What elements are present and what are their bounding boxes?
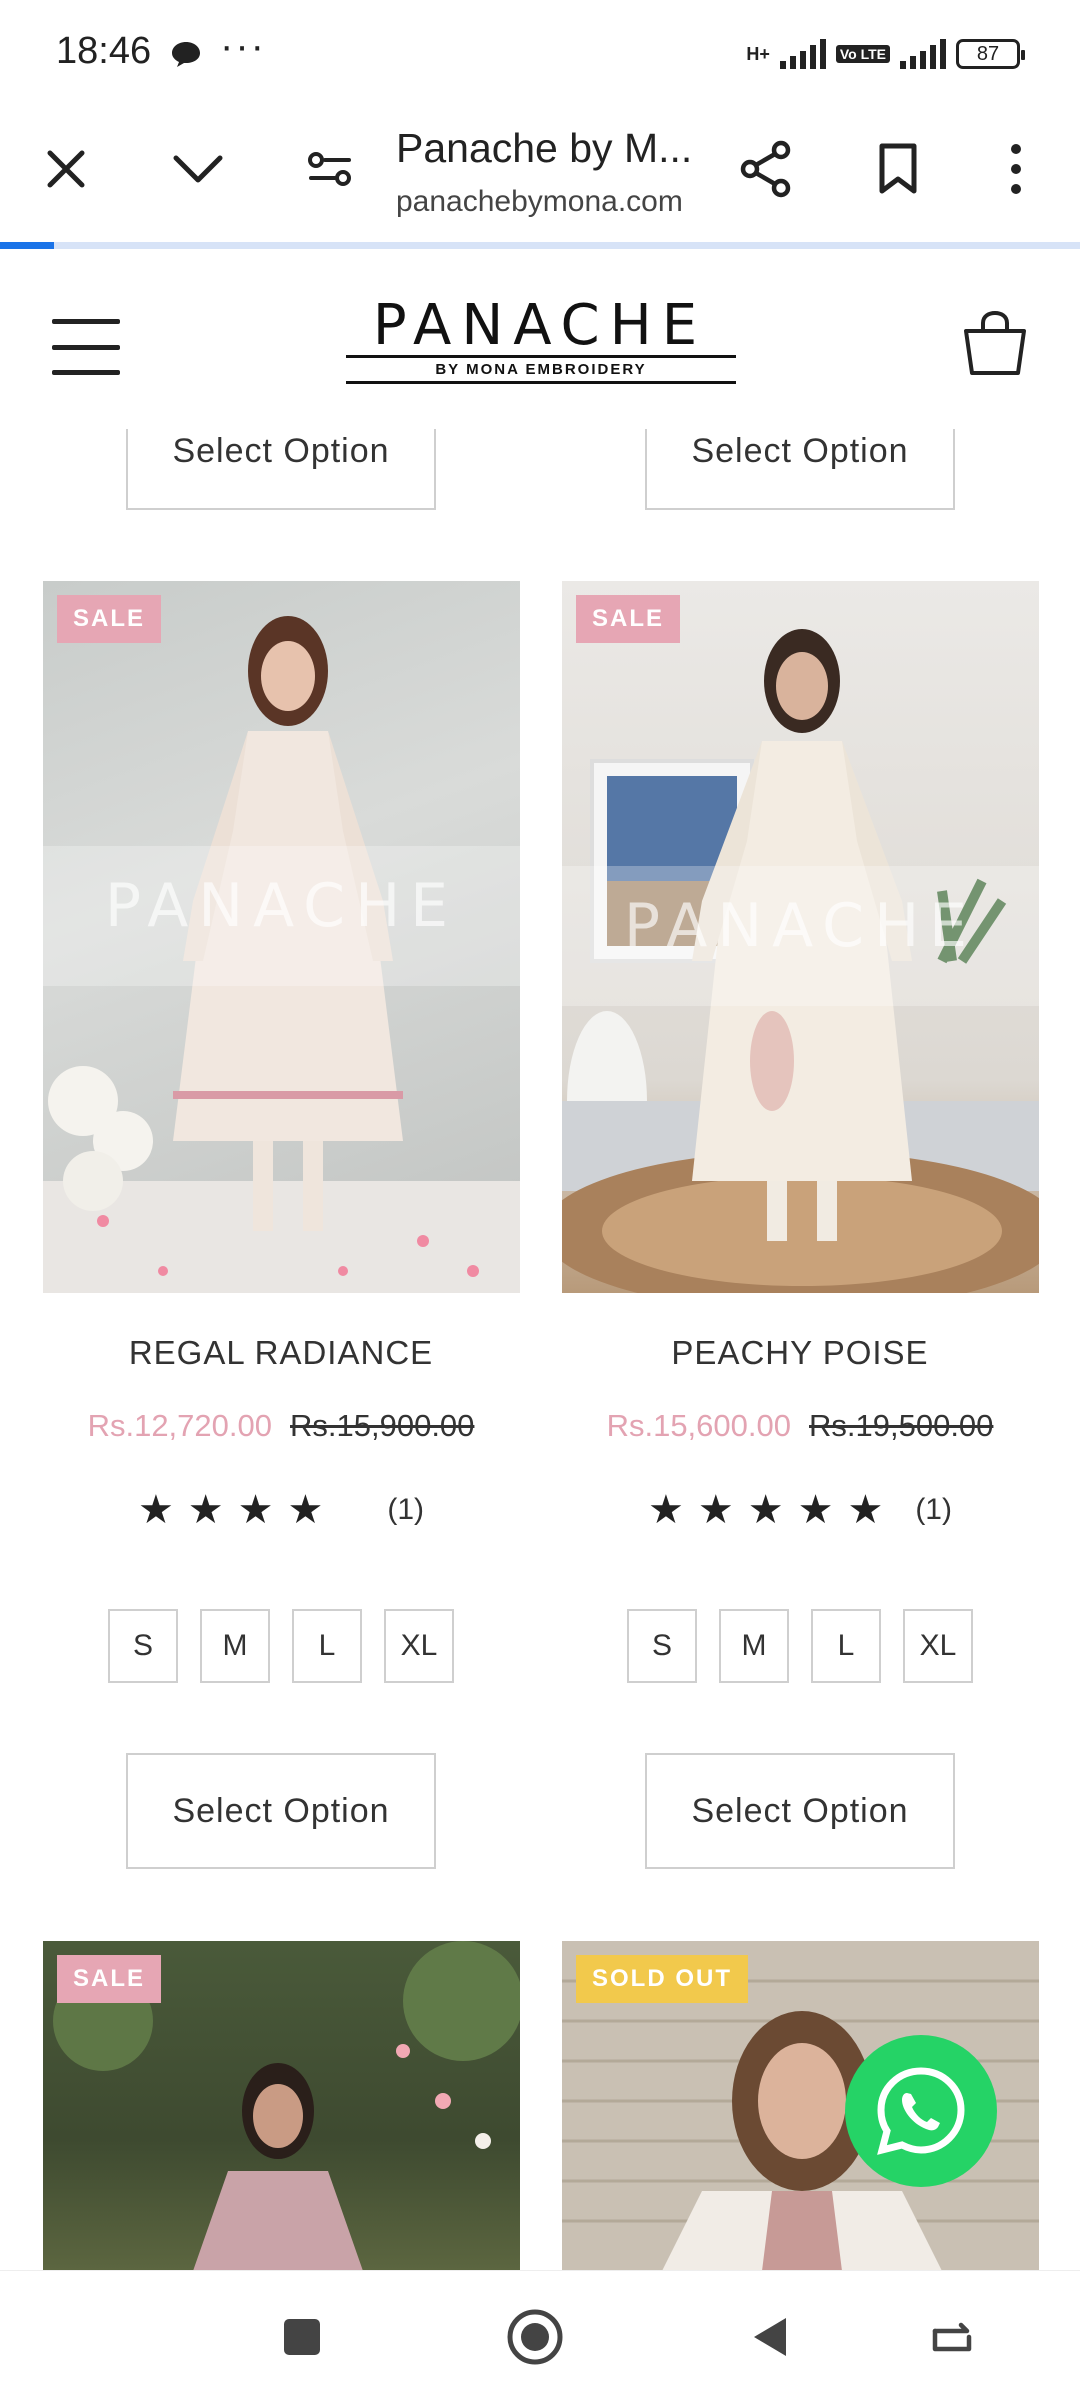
logo-text: PANACHE — [372, 293, 708, 358]
back-triangle-icon — [754, 2318, 786, 2356]
square-icon — [284, 2319, 320, 2355]
size-option-xl[interactable]: XL — [384, 1609, 454, 1683]
bookmark-icon — [879, 143, 917, 194]
bookmark-button[interactable] — [862, 133, 934, 205]
signal-icon — [779, 39, 826, 69]
minimize-button[interactable] — [162, 133, 234, 205]
sale-price: Rs.12,720.00 — [87, 1408, 272, 1443]
select-option-button[interactable]: Select Option — [126, 1753, 436, 1869]
status-bar: 18:46 ··· H+ Vo LTE 87 — [0, 0, 1080, 105]
whatsapp-icon — [877, 2067, 965, 2155]
sale-badge: SALE — [57, 1955, 162, 2003]
star-icon: ★ — [697, 1488, 734, 1532]
star-icon: ★ — [797, 1488, 834, 1532]
home-circle-icon — [507, 2309, 563, 2365]
star-icon: ★ — [237, 1488, 274, 1532]
size-options: S M L XL — [108, 1609, 454, 1683]
shopping-bag-icon[interactable] — [960, 309, 1030, 379]
share-button[interactable] — [730, 133, 802, 205]
volte-badge: Vo LTE — [835, 45, 890, 63]
product-name[interactable]: PEACHY POISE — [530, 1334, 1070, 1372]
size-option-l[interactable]: L — [292, 1609, 362, 1683]
battery-level: 87 — [976, 42, 1000, 65]
tune-icon — [308, 152, 351, 186]
star-icon: ★ — [847, 1488, 884, 1532]
size-options: S M L XL — [627, 1609, 973, 1683]
original-price: Rs.15,900.00 — [290, 1408, 475, 1443]
hamburger-icon — [52, 319, 120, 324]
star-icon: ★ — [287, 1488, 324, 1532]
menu-button[interactable] — [52, 319, 120, 375]
product-price: Rs.12,720.00 Rs.15,900.00 — [11, 1408, 551, 1444]
sale-badge: SALE — [57, 595, 162, 643]
size-option-l[interactable]: L — [811, 1609, 881, 1683]
home-button[interactable] — [505, 2307, 565, 2367]
star-icon: ★ — [648, 1488, 684, 1532]
star-icon: ★ — [187, 1488, 224, 1532]
status-time: 18:46 — [56, 30, 152, 72]
product-price: Rs.15,600.00 Rs.19,500.00 — [530, 1408, 1070, 1444]
star-icon: ★ — [137, 1488, 174, 1532]
logo-subtitle: BY MONA EMBROIDERY — [346, 355, 736, 384]
share-icon — [740, 140, 791, 198]
product-image[interactable]: SALE — [43, 1941, 520, 2271]
review-count: (1) — [387, 1493, 425, 1526]
product-image[interactable]: PANACHE SALE — [43, 581, 520, 1293]
size-option-m[interactable]: M — [719, 1609, 789, 1683]
more-options-button[interactable] — [980, 133, 1052, 205]
rotate-button[interactable] — [922, 2307, 982, 2367]
battery-icon: 87 — [956, 39, 1025, 69]
network-type: H+ — [746, 43, 770, 64]
size-option-s[interactable]: S — [108, 1609, 178, 1683]
size-option-m[interactable]: M — [200, 1609, 270, 1683]
sale-badge: SALE — [576, 595, 681, 643]
sale-price: Rs.15,600.00 — [606, 1408, 791, 1443]
status-indicators: H+ Vo LTE 87 — [746, 34, 1025, 74]
back-button[interactable] — [740, 2307, 800, 2367]
more-notifications-icon: ··· — [220, 24, 266, 68]
page-title: Panache by M... — [396, 125, 693, 171]
original-price: Rs.19,500.00 — [809, 1408, 994, 1443]
product-name[interactable]: REGAL RADIANCE — [11, 1334, 551, 1372]
size-option-s[interactable]: S — [627, 1609, 697, 1683]
more-vert-icon — [1011, 144, 1021, 194]
site-logo[interactable]: PANACHE BY MONA EMBROIDERY — [326, 295, 754, 391]
page-load-progress-fill — [0, 242, 54, 249]
signal-icon-2 — [900, 39, 946, 69]
size-option-xl[interactable]: XL — [903, 1609, 973, 1683]
recents-button[interactable] — [272, 2307, 332, 2367]
sold-out-badge: SOLD OUT — [576, 1955, 748, 2003]
whatsapp-chat-button[interactable] — [845, 2035, 997, 2187]
product-rating[interactable]: ★ ★ ★ ★ (1) — [11, 1490, 551, 1530]
rotate-icon — [932, 2322, 972, 2352]
site-settings-button[interactable] — [294, 133, 366, 205]
chevron-down-icon — [173, 155, 223, 183]
close-icon — [47, 150, 85, 188]
chat-bubble-icon — [172, 42, 200, 67]
browser-toolbar: Panache by M... panachebymona.com — [0, 105, 1080, 243]
watermark: PANACHE — [104, 871, 459, 941]
select-option-button[interactable]: Select Option — [645, 1753, 955, 1869]
site-header: PANACHE BY MONA EMBROIDERY — [0, 249, 1080, 429]
close-tab-button[interactable] — [30, 133, 102, 205]
system-navigation-bar — [0, 2270, 1080, 2400]
star-icon: ★ — [747, 1488, 784, 1532]
watermark: PANACHE — [623, 891, 978, 961]
page-load-progress — [0, 242, 1080, 249]
review-count: (1) — [915, 1493, 952, 1526]
page-url[interactable]: panachebymona.com — [396, 185, 683, 219]
product-image[interactable]: PANACHE SALE — [562, 581, 1039, 1293]
product-rating[interactable]: ★ ★ ★ ★ ★ (1) — [530, 1490, 1070, 1530]
